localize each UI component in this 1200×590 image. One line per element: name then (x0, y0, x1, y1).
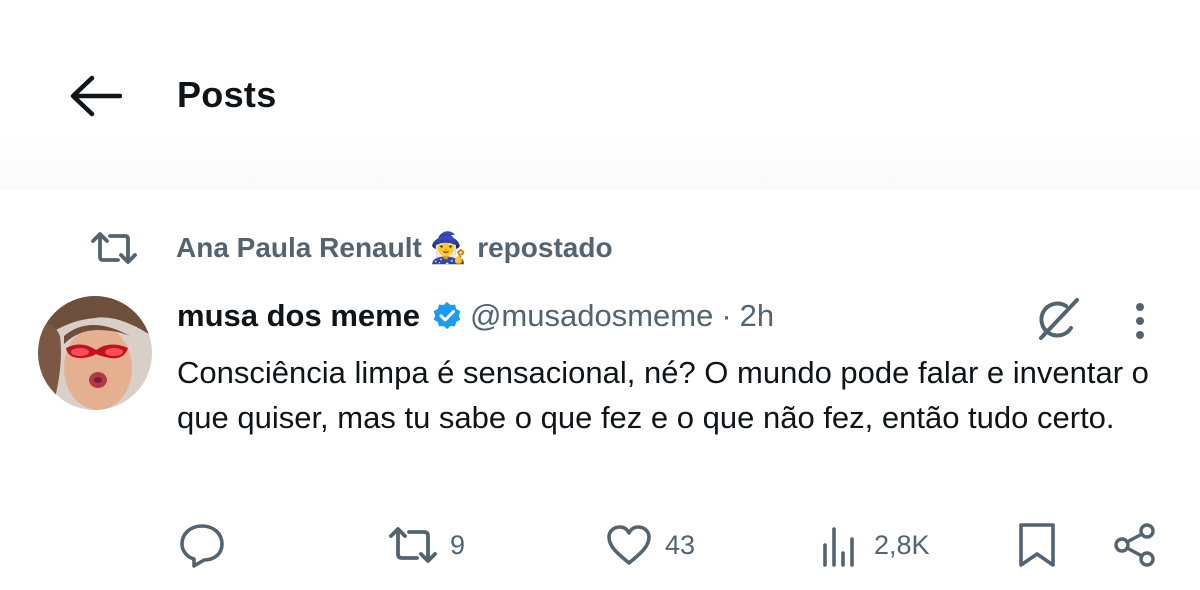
bookmark-button[interactable] (1016, 515, 1058, 575)
meta-separator: · (721, 298, 732, 333)
author-handle[interactable]: @musadosmeme (470, 298, 713, 334)
repost-icon (90, 228, 142, 268)
reply-icon (178, 522, 226, 568)
post-timestamp[interactable]: 2h (740, 298, 774, 334)
more-button[interactable] (1118, 298, 1162, 344)
repost-label: repostado (477, 232, 613, 263)
repost-icon (388, 526, 438, 564)
avatar[interactable] (38, 296, 152, 410)
like-count: 43 (665, 529, 696, 560)
repost-count: 9 (450, 529, 466, 560)
bookmark-icon (1016, 521, 1058, 569)
heart-icon (605, 523, 653, 567)
share-icon (1112, 522, 1158, 568)
page-title: Posts (177, 74, 277, 115)
back-button[interactable] (62, 70, 128, 122)
repost-context[interactable]: Ana Paula Renault 🧙‍♀️ repostado (90, 226, 613, 270)
views-button[interactable]: 2,8K (820, 515, 930, 575)
arrow-left-icon (68, 74, 122, 118)
author-name[interactable]: musa dos meme (177, 298, 420, 334)
verified-badge-icon (432, 301, 462, 331)
grok-button[interactable] (1030, 296, 1086, 344)
post-header: musa dos meme @musadosmeme · 2h (177, 296, 774, 336)
views-count: 2,8K (874, 529, 930, 560)
views-chart-icon (820, 523, 862, 567)
top-bar: Posts (0, 0, 1200, 190)
repost-button[interactable]: 9 (388, 515, 465, 575)
reply-button[interactable] (178, 515, 226, 575)
grok-icon (1033, 298, 1083, 342)
more-vertical-icon (1135, 302, 1145, 340)
share-button[interactable] (1112, 515, 1158, 575)
repost-user-name[interactable]: Ana Paula Renault (176, 232, 422, 264)
repost-user-emoji: 🧙‍♀️ (429, 231, 468, 265)
post-actions: 9 43 2,8K (0, 515, 1200, 575)
post-text: Consciência limpa é sensacional, né? O m… (177, 355, 1149, 435)
like-button[interactable]: 43 (605, 515, 695, 575)
